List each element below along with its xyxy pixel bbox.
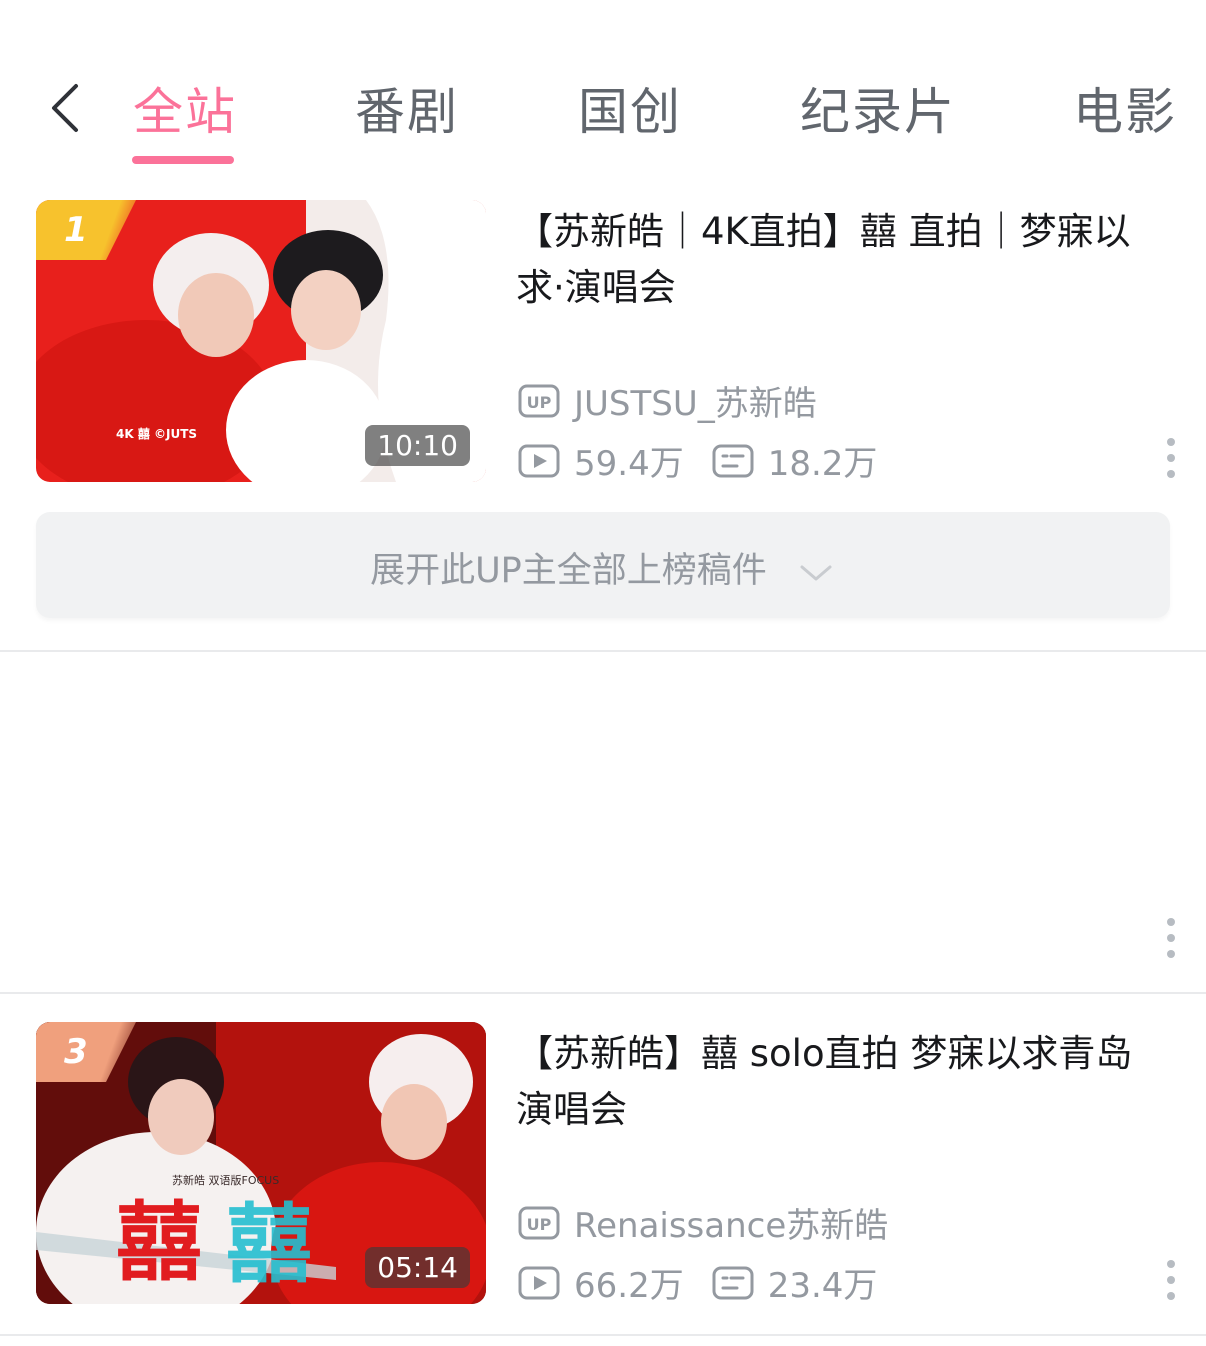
uploader-row[interactable]: UP JUSTSU_苏新皓 bbox=[518, 376, 817, 425]
video-thumbnail[interactable]: 4K 囍 ©JUTS 1 10:10 bbox=[36, 200, 486, 482]
danmaku-count: 18.2万 bbox=[767, 444, 878, 484]
more-options-icon[interactable] bbox=[1160, 434, 1184, 482]
chevron-down-icon bbox=[800, 565, 832, 581]
thumb-watermark: 4K 囍 ©JUTS bbox=[116, 426, 197, 441]
uploader-name: JUSTSU_苏新皓 bbox=[574, 384, 817, 424]
svg-text:囍: 囍 bbox=[116, 1193, 202, 1293]
more-options-icon[interactable] bbox=[1160, 914, 1184, 962]
tab-all[interactable]: 全站 bbox=[133, 72, 237, 144]
svg-text:囍: 囍 bbox=[226, 1195, 312, 1295]
view-count: 59.4万 bbox=[574, 444, 684, 484]
active-tab-indicator bbox=[132, 156, 234, 164]
tab-guochuang[interactable]: 国创 bbox=[578, 72, 682, 144]
section-divider bbox=[0, 992, 1206, 994]
video-thumbnail[interactable]: 苏新皓 双语版FOCUS 囍 囍 3 05:14 bbox=[36, 1022, 486, 1304]
section-divider bbox=[0, 650, 1206, 652]
danmaku-count-icon bbox=[712, 443, 754, 479]
stats-row: 59.4万 18.2万 bbox=[518, 436, 877, 485]
play-count-icon bbox=[518, 443, 560, 479]
expand-label: 展开此UP主全部上榜稿件 bbox=[370, 551, 767, 591]
video-duration: 05:14 bbox=[365, 1247, 470, 1288]
thumb-caption: 苏新皓 双语版FOCUS bbox=[172, 1173, 279, 1187]
svg-text:UP: UP bbox=[527, 393, 552, 412]
tab-anime[interactable]: 番剧 bbox=[355, 72, 459, 144]
more-options-icon[interactable] bbox=[1160, 1256, 1184, 1304]
video-title[interactable]: 【苏新皓｜4K直拍】囍 直拍｜梦寐以求·演唱会 bbox=[516, 204, 1166, 316]
up-badge-icon: UP bbox=[518, 383, 560, 419]
svg-text:4K 囍 ©JUTS: 4K 囍 ©JUTS bbox=[116, 426, 197, 441]
expand-uploader-videos-button[interactable]: 展开此UP主全部上榜稿件 bbox=[36, 512, 1170, 618]
uploader-name: Renaissance苏新皓 bbox=[574, 1206, 889, 1246]
tab-movie[interactable]: 电影 bbox=[1073, 72, 1177, 144]
video-duration: 10:10 bbox=[365, 425, 470, 466]
danmaku-count-icon bbox=[712, 1265, 754, 1301]
play-count-icon bbox=[518, 1265, 560, 1301]
tab-documentary[interactable]: 纪录片 bbox=[800, 72, 956, 144]
danmaku-count: 23.4万 bbox=[767, 1266, 878, 1306]
svg-text:UP: UP bbox=[527, 1215, 552, 1234]
view-count: 66.2万 bbox=[574, 1266, 684, 1306]
category-tab-bar: 全站 番剧 国创 纪录片 电影 bbox=[0, 60, 1206, 170]
back-icon[interactable] bbox=[46, 78, 86, 138]
up-badge-icon: UP bbox=[518, 1205, 560, 1241]
stats-row: 66.2万 23.4万 bbox=[518, 1258, 877, 1307]
video-title[interactable]: 【苏新皓】囍 solo直拍 梦寐以求青岛演唱会 bbox=[516, 1026, 1166, 1138]
uploader-row[interactable]: UP Renaissance苏新皓 bbox=[518, 1198, 888, 1247]
svg-text:苏新皓 双语版FOCUS: 苏新皓 双语版FOCUS bbox=[172, 1173, 279, 1187]
section-divider bbox=[0, 1334, 1206, 1336]
